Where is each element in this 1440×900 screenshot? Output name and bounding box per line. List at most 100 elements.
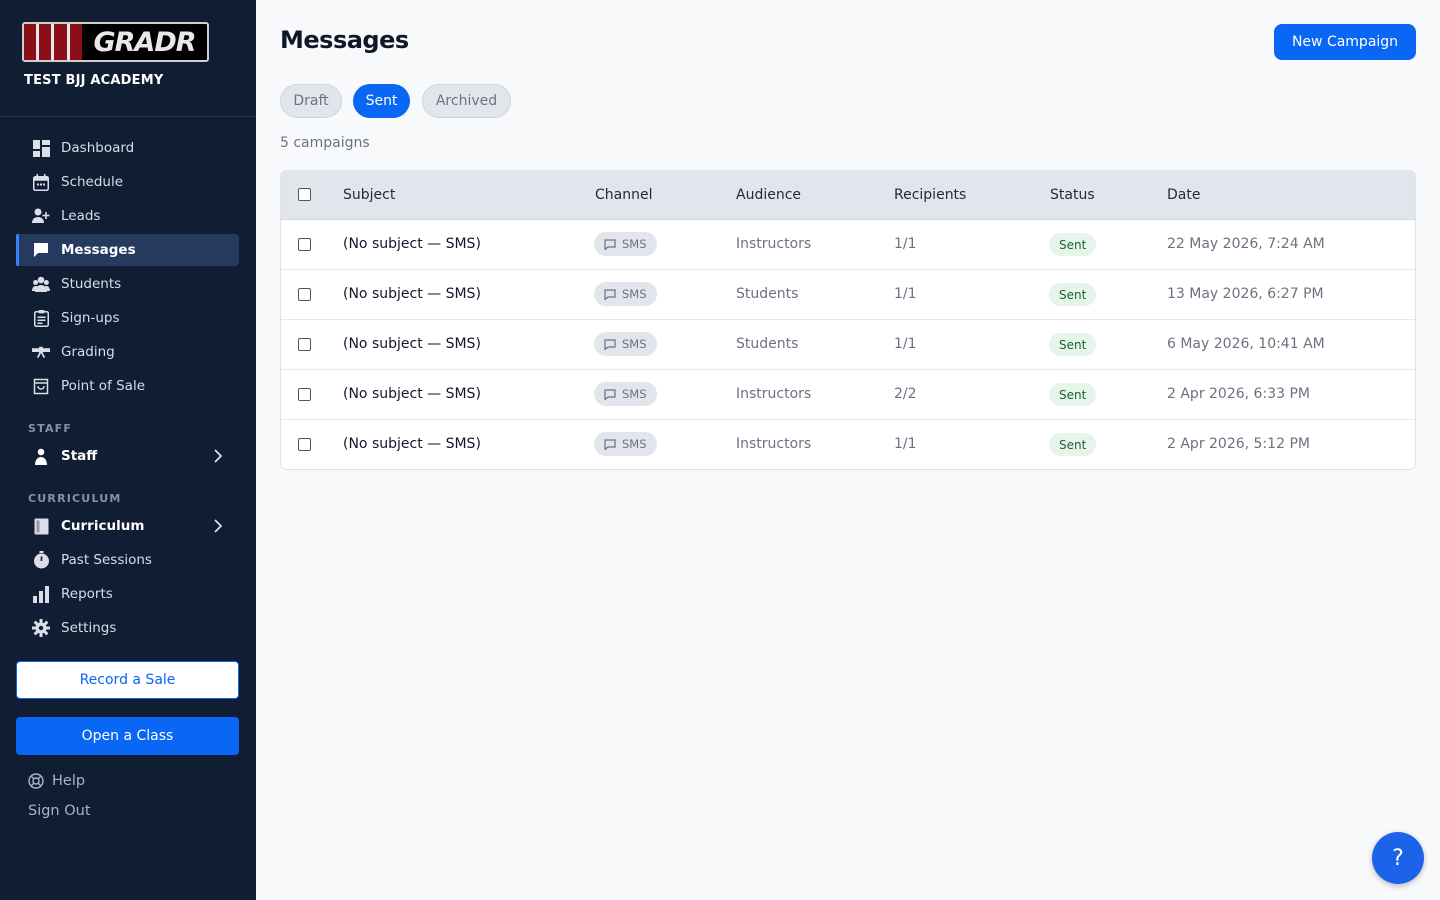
column-header-date[interactable]: Date bbox=[1167, 187, 1200, 203]
page-title: Messages bbox=[280, 26, 409, 54]
row-audience: Instructors bbox=[736, 236, 812, 252]
channel-badge: SMS bbox=[594, 232, 657, 256]
row-checkbox[interactable] bbox=[298, 438, 311, 451]
help-fab-button[interactable]: ? bbox=[1372, 832, 1424, 884]
channel-label: SMS bbox=[622, 237, 647, 251]
logo-stripes bbox=[24, 24, 82, 60]
table-row[interactable]: (No subject — SMS) SMS Students 1/1 Sent… bbox=[281, 270, 1415, 320]
sidebar-item-label: Settings bbox=[61, 620, 117, 636]
tab-archived[interactable]: Archived bbox=[422, 84, 511, 118]
logo-text: GRADR bbox=[93, 26, 196, 58]
channel-badge: SMS bbox=[594, 432, 657, 456]
column-header-recipients[interactable]: Recipients bbox=[894, 187, 966, 203]
status-badge: Sent bbox=[1049, 433, 1097, 456]
shopping-bag-icon bbox=[32, 377, 50, 395]
bar-chart-icon bbox=[32, 585, 50, 603]
channel-label: SMS bbox=[622, 387, 647, 401]
chat-icon bbox=[604, 438, 616, 450]
column-header-channel[interactable]: Channel bbox=[595, 187, 652, 203]
sidebar-item-dashboard[interactable]: Dashboard bbox=[16, 132, 239, 164]
column-header-audience[interactable]: Audience bbox=[736, 187, 801, 203]
row-recipients: 1/1 bbox=[894, 236, 917, 252]
sidebar-item-label: Students bbox=[61, 276, 122, 292]
channel-badge: SMS bbox=[594, 282, 657, 306]
row-subject[interactable]: (No subject — SMS) bbox=[343, 386, 481, 402]
sidebar-item-reports[interactable]: Reports bbox=[16, 578, 239, 610]
status-badge: Sent bbox=[1049, 333, 1097, 356]
table-row[interactable]: (No subject — SMS) SMS Students 1/1 Sent… bbox=[281, 320, 1415, 370]
calendar-icon bbox=[32, 173, 50, 191]
belt-icon bbox=[32, 343, 50, 361]
row-audience: Instructors bbox=[736, 436, 812, 452]
sign-out-link[interactable]: Sign Out bbox=[28, 803, 91, 819]
record-sale-button[interactable]: Record a Sale bbox=[16, 661, 239, 699]
channel-badge: SMS bbox=[594, 332, 657, 356]
students-icon bbox=[32, 275, 50, 293]
row-date: 6 May 2026, 10:41 AM bbox=[1167, 336, 1325, 352]
row-subject[interactable]: (No subject — SMS) bbox=[343, 286, 481, 302]
academy-name: TEST BJJ ACADEMY bbox=[24, 73, 164, 88]
sidebar-item-past-sessions[interactable]: Past Sessions bbox=[16, 544, 239, 576]
table-header: Subject Channel Audience Recipients Stat… bbox=[281, 171, 1415, 220]
sidebar-item-leads[interactable]: Leads bbox=[16, 200, 239, 232]
sidebar-item-schedule[interactable]: Schedule bbox=[16, 166, 239, 198]
row-date: 22 May 2026, 7:24 AM bbox=[1167, 236, 1325, 252]
sidebar-item-label: Point of Sale bbox=[61, 378, 146, 394]
row-date: 2 Apr 2026, 5:12 PM bbox=[1167, 436, 1310, 452]
sidebar-item-students[interactable]: Students bbox=[16, 268, 239, 300]
person-icon bbox=[32, 447, 50, 465]
lifebuoy-icon bbox=[28, 773, 44, 789]
sidebar-item-grading[interactable]: Grading bbox=[16, 336, 239, 368]
row-subject[interactable]: (No subject — SMS) bbox=[343, 336, 481, 352]
row-checkbox[interactable] bbox=[298, 288, 311, 301]
sidebar-item-messages[interactable]: Messages bbox=[16, 234, 239, 266]
gradr-logo[interactable]: GRADR bbox=[22, 22, 209, 62]
tab-draft[interactable]: Draft bbox=[280, 84, 342, 118]
status-badge: Sent bbox=[1049, 383, 1097, 406]
book-icon bbox=[32, 517, 50, 535]
chat-icon bbox=[604, 238, 616, 250]
sidebar-item-point-of-sale[interactable]: Point of Sale bbox=[16, 370, 239, 402]
row-checkbox[interactable] bbox=[298, 238, 311, 251]
row-checkbox[interactable] bbox=[298, 388, 311, 401]
channel-badge: SMS bbox=[594, 382, 657, 406]
sidebar-item-label: Messages bbox=[61, 242, 136, 258]
sidebar-item-label: Staff bbox=[61, 448, 98, 464]
row-recipients: 1/1 bbox=[894, 336, 917, 352]
curriculum-section-label: CURRICULUM bbox=[28, 492, 122, 505]
campaign-count: 5 campaigns bbox=[280, 135, 370, 151]
row-checkbox[interactable] bbox=[298, 338, 311, 351]
chat-icon bbox=[604, 388, 616, 400]
sidebar-item-label: Curriculum bbox=[61, 518, 145, 534]
sidebar-item-curriculum[interactable]: Curriculum bbox=[16, 510, 239, 542]
select-all-checkbox[interactable] bbox=[298, 188, 311, 201]
row-audience: Students bbox=[736, 286, 799, 302]
column-header-subject[interactable]: Subject bbox=[343, 187, 395, 203]
new-campaign-button[interactable]: New Campaign bbox=[1274, 24, 1416, 60]
open-class-button[interactable]: Open a Class bbox=[16, 717, 239, 755]
channel-label: SMS bbox=[622, 287, 647, 301]
row-subject[interactable]: (No subject — SMS) bbox=[343, 436, 481, 452]
table-row[interactable]: (No subject — SMS) SMS Instructors 2/2 S… bbox=[281, 370, 1415, 420]
sidebar-item-sign-ups[interactable]: Sign-ups bbox=[16, 302, 239, 334]
table-row[interactable]: (No subject — SMS) SMS Instructors 1/1 S… bbox=[281, 420, 1415, 469]
sidebar-item-label: Leads bbox=[61, 208, 101, 224]
sidebar-item-label: Schedule bbox=[61, 174, 124, 190]
chevron-right-icon bbox=[213, 518, 223, 538]
sidebar-divider bbox=[0, 116, 256, 117]
sidebar-item-settings[interactable]: Settings bbox=[16, 612, 239, 644]
stopwatch-icon bbox=[32, 551, 50, 569]
table-row[interactable]: (No subject — SMS) SMS Instructors 1/1 S… bbox=[281, 220, 1415, 270]
message-icon bbox=[32, 241, 50, 259]
tab-sent[interactable]: Sent bbox=[353, 84, 410, 118]
campaigns-table: Subject Channel Audience Recipients Stat… bbox=[280, 170, 1416, 470]
staff-section-label: STAFF bbox=[28, 422, 73, 435]
sidebar-item-staff[interactable]: Staff bbox=[16, 440, 239, 472]
gear-icon bbox=[32, 619, 50, 637]
help-link[interactable]: Help bbox=[28, 773, 85, 789]
user-plus-icon bbox=[32, 207, 50, 225]
status-badge: Sent bbox=[1049, 283, 1097, 306]
row-subject[interactable]: (No subject — SMS) bbox=[343, 236, 481, 252]
column-header-status[interactable]: Status bbox=[1050, 187, 1095, 203]
row-recipients: 2/2 bbox=[894, 386, 917, 402]
